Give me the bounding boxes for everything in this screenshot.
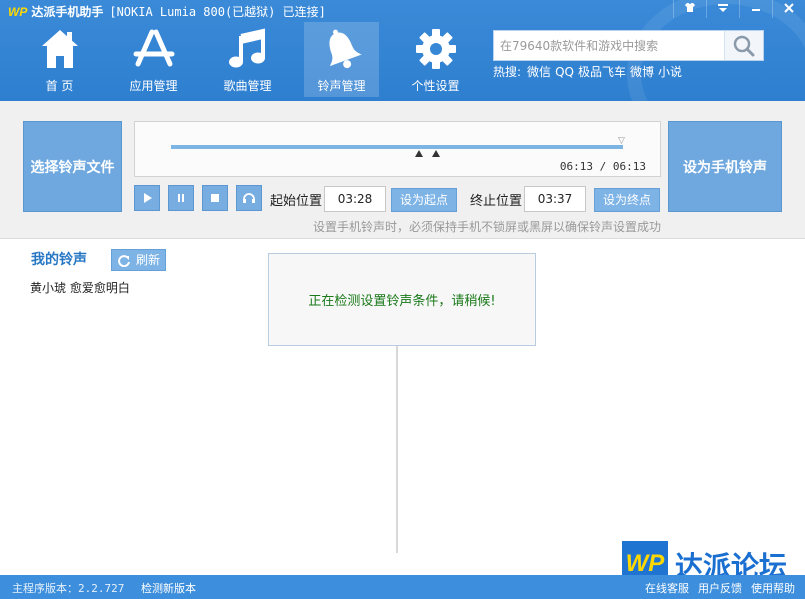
nav-ringtone[interactable]: 铃声管理 [304, 22, 379, 97]
app-window: WP 达派手机助手 [NOKIA Lumia 800(已越狱) 已连接] 首 页… [0, 0, 805, 599]
home-icon [41, 30, 78, 68]
select-ringtone-file-button[interactable]: 选择铃声文件 [23, 121, 122, 212]
hot-search: 热搜: 微信 QQ 极品飞车 微博 小说 [493, 63, 686, 80]
version-info: 主程序版本：2.2.727 [12, 580, 124, 596]
gear-icon [415, 29, 456, 69]
refresh-icon [118, 255, 130, 267]
end-position-field[interactable]: 03:37 [524, 186, 586, 212]
nav-home[interactable]: 首 页 [22, 22, 97, 97]
my-ringtones-title: 我的铃声 [31, 252, 87, 268]
nav-music-label: 歌曲管理 [223, 79, 272, 93]
ringtone-timeline[interactable]: ▽ 06:13 / 06:13 [134, 121, 661, 177]
version-label: 主程序版本： [12, 582, 78, 595]
ringtone-hint: 设置手机铃声时，必须保持手机不锁屏或黑屏以确保铃声设置成功 [312, 220, 661, 234]
nav-apps[interactable]: 应用管理 [116, 22, 191, 97]
main-content: 选择铃声文件 ▽ 06:13 / 06:13 设为手机铃声 起始位置 03:28… [0, 101, 805, 587]
play-icon [144, 193, 152, 203]
listen-button[interactable] [236, 185, 262, 211]
search-icon [733, 35, 755, 57]
version-number: 2.2.727 [78, 582, 125, 595]
nav-home-label: 首 页 [45, 79, 74, 93]
window-controls [673, 0, 805, 20]
appstore-icon [133, 29, 174, 67]
hot-search-item[interactable]: 微信 [527, 65, 551, 79]
set-start-button[interactable]: 设为起点 [391, 188, 458, 212]
feedback-link[interactable]: 用户反馈 [698, 582, 742, 595]
status-message: 正在检测设置铃声条件，请稍候! [308, 294, 496, 309]
music-note-icon [228, 28, 265, 68]
pause-icon [178, 194, 184, 202]
start-position-label: 起始位置 [270, 194, 323, 209]
hot-search-item[interactable]: 微博 [630, 65, 654, 79]
start-position-field[interactable]: 03:28 [324, 186, 386, 212]
check-update-link[interactable]: 检测新版本 [141, 580, 196, 596]
nav-apps-label: 应用管理 [129, 79, 178, 93]
set-end-button[interactable]: 设为终点 [594, 188, 661, 212]
status-dialog: 正在检测设置铃声条件，请稍候! [268, 253, 536, 346]
stop-button[interactable] [202, 185, 228, 211]
refresh-label: 刷新 [136, 253, 161, 267]
set-phone-ringtone-button[interactable]: 设为手机铃声 [668, 121, 782, 212]
hot-search-item[interactable]: 极品飞车 [578, 65, 626, 79]
search-input[interactable] [498, 35, 722, 57]
end-marker-icon[interactable]: ▽ [618, 136, 625, 146]
app-name: 达派手机助手 [31, 5, 104, 19]
hot-search-label: 热搜: [493, 65, 522, 79]
app-logo: WP [8, 5, 28, 19]
divider [396, 346, 398, 553]
headphones-icon [243, 193, 255, 203]
bell-icon [329, 29, 362, 69]
end-handle[interactable] [432, 150, 440, 157]
minimize-icon[interactable] [739, 0, 772, 18]
nav-settings[interactable]: 个性设置 [398, 22, 473, 97]
search-box [493, 30, 764, 61]
time-readout: 06:13 / 06:13 [559, 160, 646, 173]
shirt-icon[interactable] [673, 0, 706, 18]
status-bar: 主程序版本：2.2.727 检测新版本 在线客服 用户反馈 使用帮助 [0, 575, 805, 599]
help-link[interactable]: 使用帮助 [751, 582, 795, 595]
close-icon[interactable] [772, 0, 805, 18]
title-bar: WP 达派手机助手 [NOKIA Lumia 800(已越狱) 已连接] [8, 4, 326, 20]
list-item[interactable]: 黄小琥 愈爱愈明白 [30, 279, 130, 296]
ringtone-editor: 选择铃声文件 ▽ 06:13 / 06:13 设为手机铃声 起始位置 03:28… [0, 101, 805, 239]
menu-icon[interactable] [706, 0, 739, 18]
timeline-track [171, 145, 623, 149]
header: WP 达派手机助手 [NOKIA Lumia 800(已越狱) 已连接] 首 页… [0, 0, 805, 158]
main-nav: 首 页 应用管理 歌曲管理 铃声管理 个性设置 [22, 22, 492, 97]
footer-links: 在线客服 用户反馈 使用帮助 [636, 580, 795, 596]
device-status: [NOKIA Lumia 800(已越狱) 已连接] [109, 5, 326, 19]
nav-settings-label: 个性设置 [411, 79, 460, 93]
stop-icon [211, 194, 219, 202]
pause-button[interactable] [168, 185, 194, 211]
nav-music[interactable]: 歌曲管理 [210, 22, 285, 97]
refresh-button[interactable]: 刷新 [111, 249, 166, 271]
start-handle[interactable] [415, 150, 423, 157]
hot-search-item[interactable]: QQ [555, 65, 574, 79]
hot-search-item[interactable]: 小说 [658, 65, 682, 79]
online-support-link[interactable]: 在线客服 [645, 582, 689, 595]
nav-ringtone-label: 铃声管理 [317, 79, 366, 93]
search-button[interactable] [724, 31, 763, 60]
end-position-label: 终止位置 [470, 194, 523, 209]
play-button[interactable] [134, 185, 160, 211]
